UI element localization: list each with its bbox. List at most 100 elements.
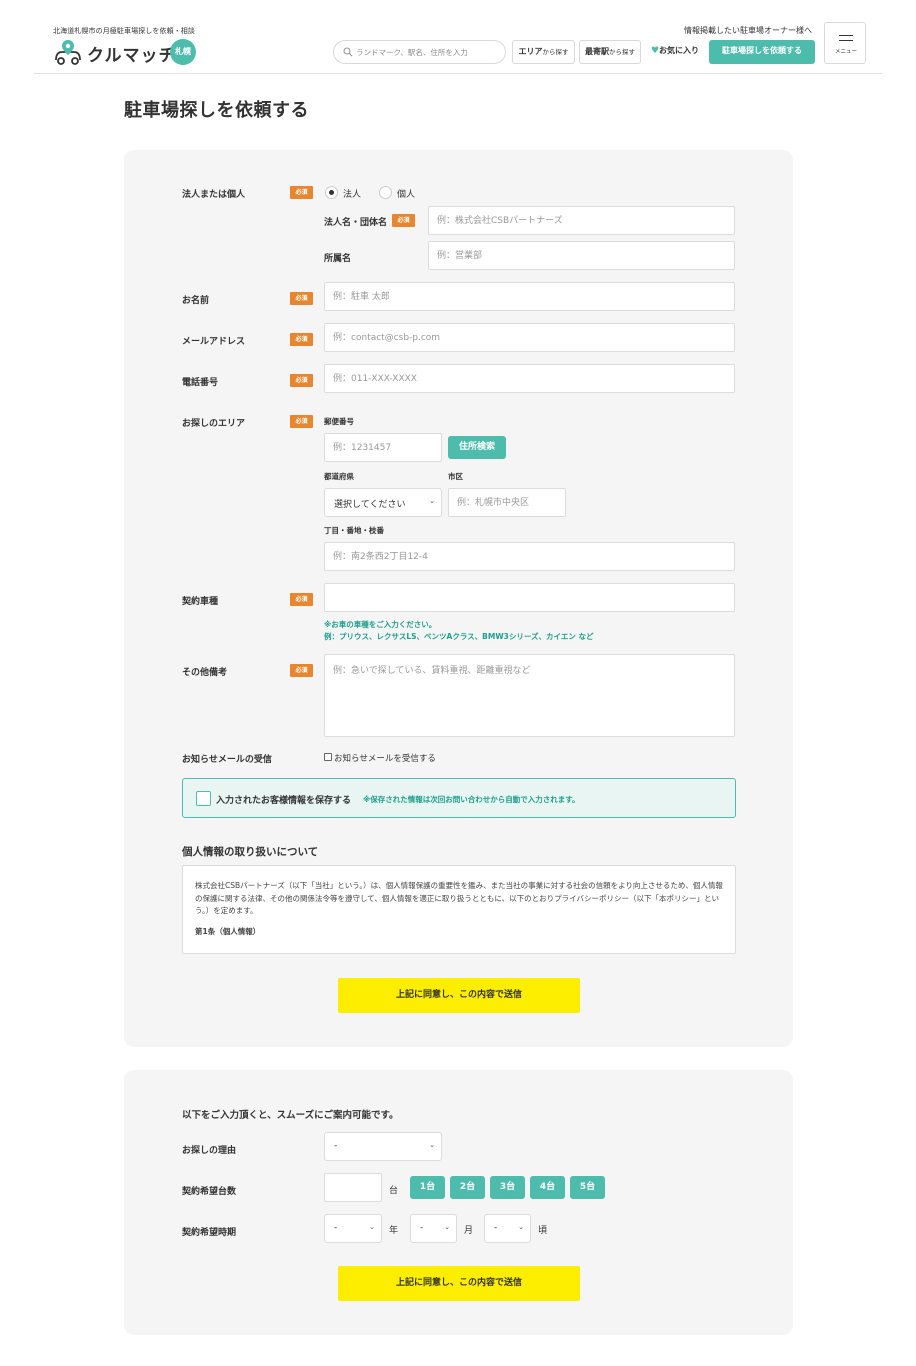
chevron-down-icon: ⌄ xyxy=(429,1141,435,1149)
menu-label: メニュー xyxy=(834,49,857,55)
station-btn-sub: から探す xyxy=(609,48,635,56)
required-badge: 必須 xyxy=(392,214,415,227)
day-unit: 頃 xyxy=(538,1226,548,1236)
header-divider xyxy=(34,73,882,74)
car-pin-logo-icon xyxy=(55,40,81,65)
optional-intro: 以下をご入力頂くと、スムーズにご案内可能です。 xyxy=(182,1110,399,1121)
reason-label: お探しの理由 xyxy=(182,1146,237,1156)
street-field[interactable] xyxy=(324,542,735,571)
search-input[interactable] xyxy=(356,44,501,60)
vehicle-note-2: 例：プリウス、レクサスLS、ベンツAクラス、BMW3シリーズ、カイエン など xyxy=(324,632,594,641)
count-4-button[interactable]: 4台 xyxy=(530,1176,565,1199)
page-title: 駐車場探しを依頼する xyxy=(124,100,309,121)
newsletter-checkbox[interactable] xyxy=(324,753,332,761)
menu-button[interactable]: メニュー xyxy=(824,22,866,64)
month-value: - xyxy=(420,1223,424,1233)
email-field[interactable] xyxy=(324,323,735,352)
prefecture-select[interactable]: 選択してください ⌄ xyxy=(324,488,442,517)
required-badge: 必須 xyxy=(290,664,313,677)
required-badge: 必須 xyxy=(290,292,313,305)
vehicle-label: 契約車種 xyxy=(182,597,219,607)
day-value: - xyxy=(494,1223,498,1233)
privacy-policy-box[interactable]: 株式会社CSBパートナーズ（以下「当社」という。）は、個人情報保護の重要性を鑑み… xyxy=(182,865,736,954)
company-name-label: 法人名・団体名 xyxy=(324,218,388,228)
count-3-button[interactable]: 3台 xyxy=(490,1176,525,1199)
postal-code-label: 郵便番号 xyxy=(324,417,354,426)
favorites-label: お気に入り xyxy=(659,46,700,55)
required-badge: 必須 xyxy=(290,333,313,346)
logo-text: クルマッチ xyxy=(87,46,177,66)
header-search[interactable] xyxy=(333,40,506,64)
save-info-checkbox[interactable] xyxy=(196,791,211,806)
heart-icon: ♥ xyxy=(650,46,660,56)
request-search-button[interactable]: 駐車場探しを依頼する xyxy=(709,40,815,64)
month-select[interactable]: - ⌄ xyxy=(410,1214,457,1243)
required-badge: 必須 xyxy=(290,415,313,428)
site-header: 北海道札幌市の月極駐車場探しを依頼・相談 クルマッチ 札幌 情報掲載したい駐車場… xyxy=(0,0,916,74)
vehicle-field[interactable] xyxy=(324,583,735,612)
remarks-textarea[interactable]: 例：急いで探している、賃料重視、距離重視など xyxy=(324,654,735,737)
search-by-station-button[interactable]: 最寄駅から探す xyxy=(579,40,641,64)
submit-button[interactable]: 上記に同意し、この内容で送信 xyxy=(338,978,580,1013)
required-badge: 必須 xyxy=(290,593,313,606)
radio-individual-label[interactable]: 個人 xyxy=(397,187,415,200)
radio-individual[interactable] xyxy=(379,186,392,199)
submit-button-secondary[interactable]: 上記に同意し、この内容で送信 xyxy=(338,1266,580,1301)
reason-select[interactable]: - ⌄ xyxy=(324,1132,442,1161)
department-label: 所属名 xyxy=(324,254,352,264)
count-5-button[interactable]: 5台 xyxy=(570,1176,605,1199)
day-select[interactable]: - ⌄ xyxy=(484,1214,531,1243)
site-logo[interactable]: クルマッチ 札幌 xyxy=(52,38,212,66)
year-value: - xyxy=(334,1223,338,1233)
hamburger-icon xyxy=(839,35,853,45)
request-form: 法人または個人 必須 法人 個人 法人名・団体名 必須 所属名 お名前 必須 メ… xyxy=(124,150,793,1047)
area-btn-sub: から探す xyxy=(542,48,569,56)
phone-label: 電話番号 xyxy=(182,378,219,388)
search-icon xyxy=(343,47,353,57)
count-unit: 台 xyxy=(389,1186,399,1196)
company-name-field[interactable] xyxy=(428,206,735,235)
required-badge: 必須 xyxy=(290,374,313,387)
favorites-button[interactable]: ♥お気に入り xyxy=(645,40,705,64)
entity-type-label: 法人または個人 xyxy=(182,190,246,200)
address-search-button[interactable]: 住所検索 xyxy=(448,436,506,459)
radio-corporate-label[interactable]: 法人 xyxy=(343,187,361,200)
chevron-down-icon: ⌄ xyxy=(444,1223,450,1231)
reason-value: - xyxy=(334,1141,338,1151)
name-field[interactable] xyxy=(324,282,735,311)
year-select[interactable]: - ⌄ xyxy=(324,1214,382,1243)
name-label: お名前 xyxy=(182,296,210,306)
vehicle-note-1: ※お車の車種をご入力ください。 xyxy=(324,620,437,629)
save-info-label[interactable]: 入力されたお客様情報を保存する xyxy=(216,793,351,806)
department-field[interactable] xyxy=(428,241,735,270)
privacy-heading: 個人情報の取り扱いについて xyxy=(182,846,319,858)
street-label: 丁目・番地・枝番 xyxy=(324,526,384,535)
chevron-down-icon: ⌄ xyxy=(369,1223,375,1231)
area-btn-main: エリア xyxy=(518,47,543,56)
prefecture-label: 都道府県 xyxy=(324,472,354,481)
area-label: お探しのエリア xyxy=(182,419,246,429)
owner-link[interactable]: 情報掲載したい駐車場オーナー様へ xyxy=(684,25,812,36)
count-2-button[interactable]: 2台 xyxy=(450,1176,485,1199)
save-info-box: 入力されたお客様情報を保存する ※保存された情報は次回お問い合わせから自動で入力… xyxy=(182,778,736,818)
postal-code-field[interactable] xyxy=(324,433,442,462)
search-by-area-button[interactable]: エリアから探す xyxy=(512,40,575,64)
newsletter-checkbox-label[interactable]: お知らせメールを受信する xyxy=(334,752,436,764)
station-btn-main: 最寄駅 xyxy=(585,47,609,56)
chevron-down-icon: ⌄ xyxy=(518,1223,524,1231)
city-field[interactable] xyxy=(448,488,566,517)
radio-corporate[interactable] xyxy=(325,186,338,199)
timing-label: 契約希望時期 xyxy=(182,1228,237,1238)
optional-info-form: 以下をご入力頂くと、スムーズにご案内可能です。 お探しの理由 - ⌄ 契約希望台… xyxy=(124,1070,793,1335)
count-field[interactable] xyxy=(324,1173,382,1202)
month-unit: 月 xyxy=(464,1226,474,1236)
remarks-label: その他備考 xyxy=(182,668,228,678)
save-info-note: ※保存された情報は次回お問い合わせから自動で入力されます。 xyxy=(363,795,580,804)
privacy-article-1: 第1条（個人情報） xyxy=(195,926,261,936)
chevron-down-icon: ⌄ xyxy=(429,497,435,505)
count-1-button[interactable]: 1台 xyxy=(410,1176,445,1199)
prefecture-value: 選択してください xyxy=(334,500,406,510)
year-unit: 年 xyxy=(389,1226,399,1236)
newsletter-label: お知らせメールの受信 xyxy=(182,755,272,765)
phone-field[interactable] xyxy=(324,364,735,393)
